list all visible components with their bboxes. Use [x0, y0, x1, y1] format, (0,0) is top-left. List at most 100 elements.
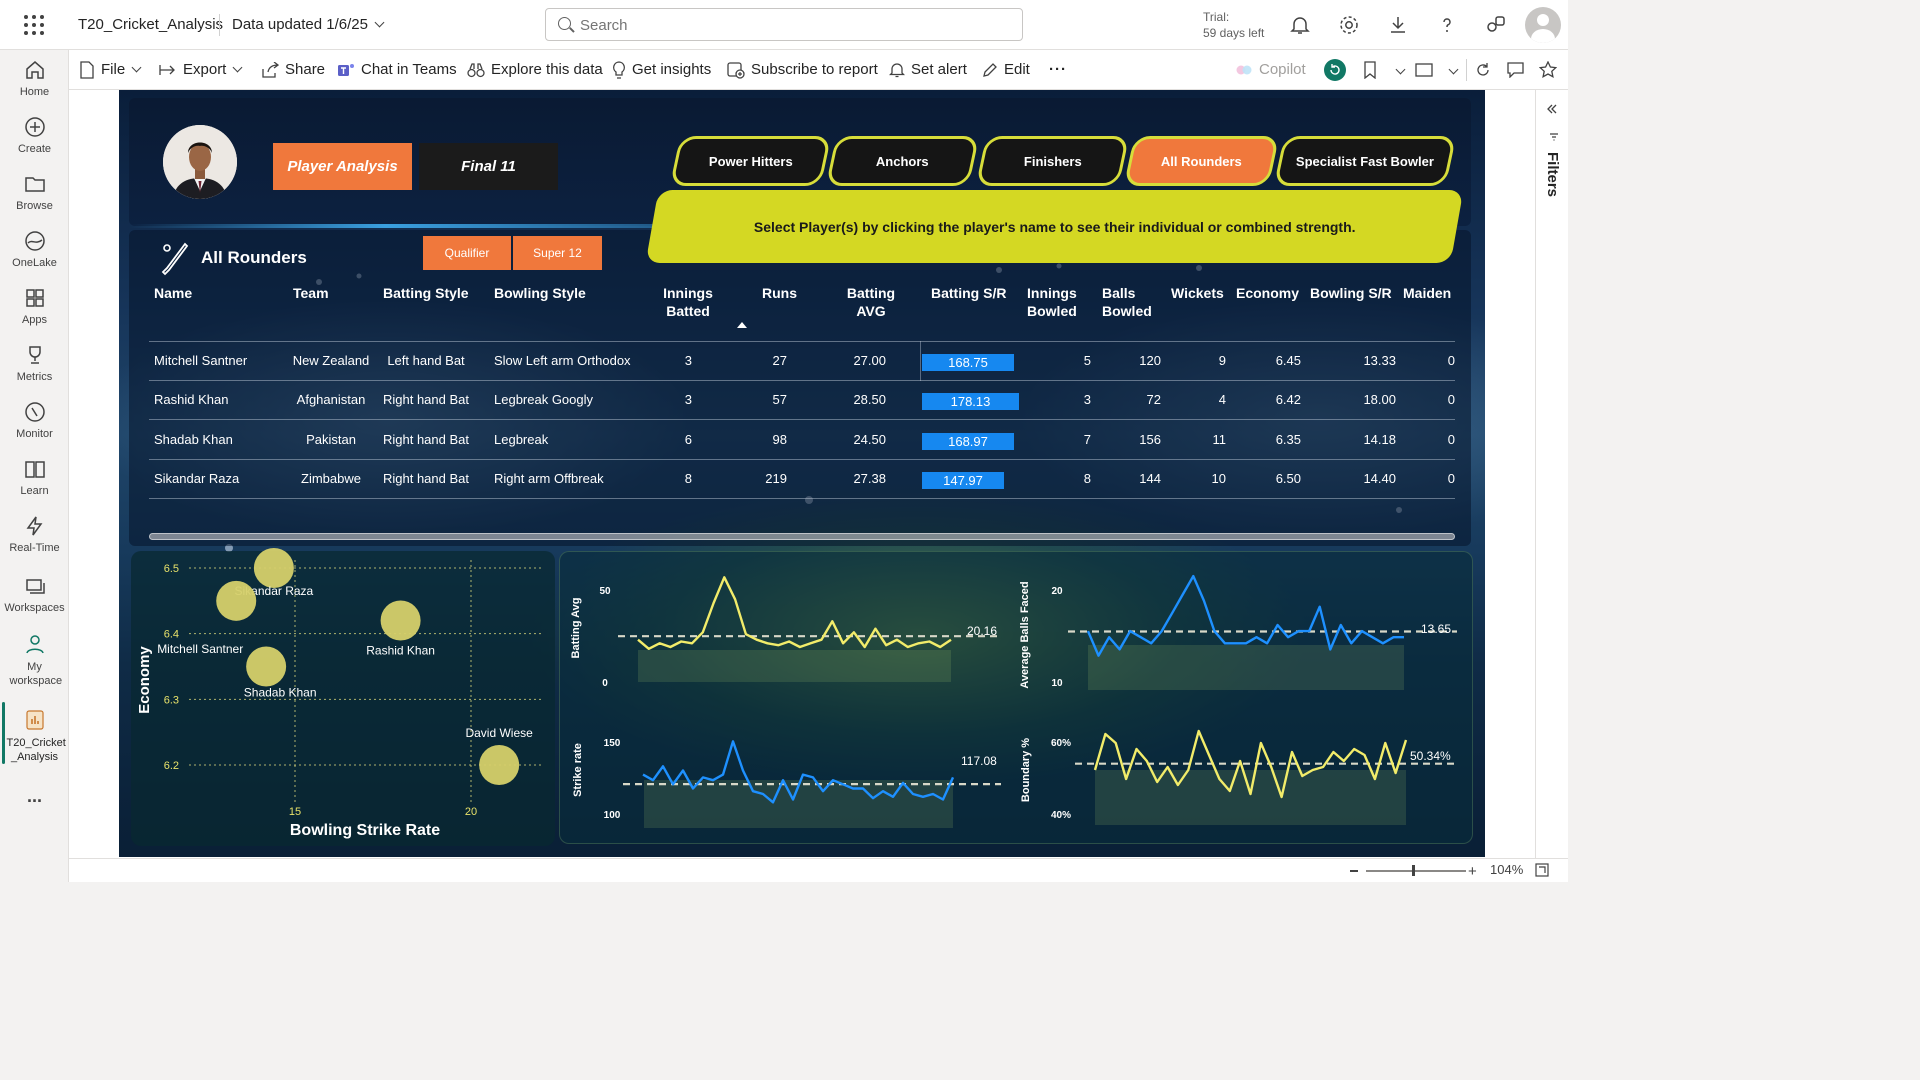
nav-monitor[interactable]: Monitor — [0, 400, 69, 440]
nav-onelake[interactable]: OneLake — [0, 229, 69, 269]
left-navigation: Home Create Browse OneLake Apps Metrics … — [0, 50, 69, 882]
zoom-in-icon[interactable]: + — [1468, 863, 1477, 880]
share-icon — [262, 62, 279, 78]
nav-my-workspace[interactable]: My workspace — [0, 632, 69, 688]
chevron-down-icon — [131, 62, 142, 73]
edit-button[interactable]: Edit — [982, 61, 1030, 78]
y-tick-label: 10 — [1051, 678, 1063, 689]
file-menu[interactable]: File — [79, 61, 142, 79]
chevron-down-icon — [232, 62, 243, 73]
bell-icon[interactable] — [1288, 13, 1312, 37]
report-page: Player Analysis Final 11 Power Hitters A… — [119, 90, 1485, 857]
report-icon — [25, 710, 44, 730]
nav-label: Workspaces — [4, 602, 65, 614]
y-tick-label: 100 — [604, 810, 621, 821]
filters-pane-collapsed — [1535, 90, 1568, 858]
nav-create[interactable]: Create — [0, 115, 69, 155]
more-options-button[interactable]: ··· — [1049, 61, 1067, 78]
set-alert-button[interactable]: Set alert — [889, 61, 967, 78]
data-updated-label: Data updated 1/6/25 — [232, 16, 368, 33]
filters-pane-label[interactable]: Filters — [1544, 152, 1561, 197]
nav-label: Real-Time — [9, 542, 60, 554]
y-tick-label: 150 — [604, 738, 621, 749]
reload-icon[interactable] — [1475, 62, 1491, 78]
settings-gear-icon[interactable] — [1337, 13, 1361, 37]
filter-funnel-icon — [1550, 133, 1558, 141]
data-updated-dropdown[interactable]: Data updated 1/6/25 — [232, 16, 385, 33]
explore-label: Explore this data — [491, 61, 603, 78]
plus-circle-icon — [24, 117, 45, 137]
search-box[interactable] — [545, 8, 1023, 41]
nav-home[interactable]: Home — [0, 58, 69, 98]
command-bar: File Export Share Chat in Teams Explore … — [69, 50, 1568, 90]
chart-shaded-area — [1088, 645, 1404, 690]
refresh-status-icon[interactable] — [1323, 58, 1347, 82]
copilot-button[interactable]: Copilot — [1235, 61, 1306, 79]
zoom-out-icon[interactable] — [1350, 870, 1358, 872]
home-icon — [25, 61, 44, 79]
binoculars-icon — [467, 63, 485, 78]
zoom-level: 104% — [1490, 862, 1524, 877]
status-bar: + — [69, 858, 1568, 882]
series-line — [1086, 574, 1404, 657]
teams-icon — [338, 64, 354, 77]
fit-to-page-icon[interactable] — [1535, 863, 1549, 877]
chart-shaded-area — [1095, 770, 1406, 825]
nav-learn[interactable]: Learn — [0, 457, 69, 497]
y-tick-label: 50 — [599, 586, 611, 597]
comment-icon[interactable] — [1507, 62, 1524, 78]
subscribe-label: Subscribe to report — [751, 61, 878, 78]
subscribe-icon — [727, 62, 745, 79]
subscribe-button[interactable]: Subscribe to report — [727, 61, 878, 79]
get-insights-button[interactable]: Get insights — [612, 61, 711, 79]
copilot-label: Copilot — [1259, 61, 1306, 78]
feedback-icon[interactable] — [1484, 13, 1508, 37]
export-menu[interactable]: Export — [159, 61, 243, 78]
y-tick-label: 0 — [602, 678, 608, 689]
workspaces-icon — [25, 579, 45, 594]
app-launcher-icon[interactable] — [22, 13, 46, 37]
average-label: 50.34% — [1410, 749, 1451, 763]
nav-metrics[interactable]: Metrics — [0, 343, 69, 383]
monitor-icon — [24, 402, 45, 422]
expand-chevrons-icon[interactable] — [1546, 104, 1558, 114]
chevron-down-icon[interactable] — [1395, 64, 1406, 75]
favorite-star-icon[interactable] — [1539, 61, 1557, 79]
chevron-down-icon[interactable] — [1448, 64, 1459, 75]
explore-data-button[interactable]: Explore this data — [467, 61, 603, 78]
search-input[interactable] — [580, 15, 1000, 35]
user-avatar[interactable] — [1525, 7, 1561, 43]
pencil-icon — [983, 63, 997, 77]
share-button[interactable]: Share — [261, 61, 325, 78]
nav-workspaces[interactable]: Workspaces — [0, 574, 69, 614]
top-bar: T20_Cricket_Analysis Data updated 1/6/25… — [0, 0, 1568, 50]
book-icon — [24, 461, 45, 478]
insights-label: Get insights — [632, 61, 712, 78]
nav-apps[interactable]: Apps — [0, 286, 69, 326]
alert-bell-icon — [889, 63, 905, 78]
y-axis-title: Boundary % — [1020, 738, 1032, 802]
nav-current-report[interactable]: T20_Cricket _Analysis — [0, 708, 69, 764]
trial-label: Trial: — [1203, 10, 1230, 24]
more-icon[interactable]: ... — [0, 786, 69, 807]
download-icon[interactable] — [1386, 13, 1410, 37]
edit-label: Edit — [1004, 61, 1030, 78]
report-title[interactable]: T20_Cricket_Analysis — [78, 16, 223, 33]
zoom-slider-track[interactable] — [1366, 870, 1466, 872]
nav-label: Create — [17, 143, 52, 155]
bookmark-icon[interactable] — [1362, 61, 1378, 79]
apps-icon — [25, 289, 44, 307]
lightbulb-icon — [613, 61, 625, 79]
view-icon[interactable] — [1415, 62, 1433, 78]
nav-real-time[interactable]: Real-Time — [0, 514, 69, 554]
nav-label: Metrics — [16, 371, 53, 383]
chat-in-teams-button[interactable]: Chat in Teams — [337, 61, 457, 79]
folder-icon — [24, 177, 45, 192]
export-label: Export — [183, 61, 227, 78]
file-label: File — [101, 61, 126, 78]
nav-browse[interactable]: Browse — [0, 172, 69, 212]
help-icon[interactable] — [1435, 13, 1459, 37]
zoom-slider-thumb[interactable] — [1412, 865, 1415, 876]
chevron-down-icon — [374, 17, 385, 28]
trial-days-left: 59 days left — [1203, 26, 1265, 40]
